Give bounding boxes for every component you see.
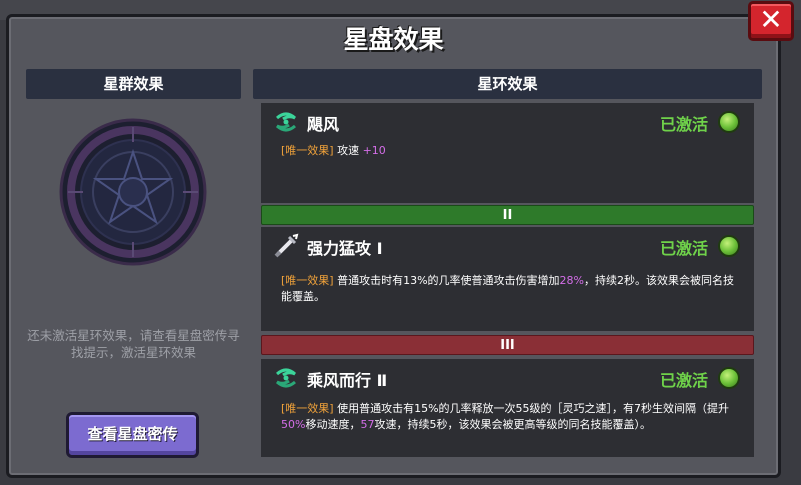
effect-text: 使用普通攻击有15%的几率释放一次55级的［灵巧之速］，有7秒生效间隔（提升 (333, 402, 730, 415)
effect-name: 强力猛攻 Ⅰ (307, 239, 383, 258)
constellation-effects-header: 星群效果 (26, 69, 241, 99)
unique-effect-tag: [唯一效果] (281, 402, 334, 415)
constellation-effects-body: 还未激活星环效果，请查看星盘密传寻找提示，激活星环效果 查看星盘密传 (26, 99, 241, 458)
sword-strike-icon (274, 233, 299, 258)
constellation-hint-text: 还未激活星环效果，请查看星盘密传寻找提示，激活星环效果 (27, 328, 240, 360)
effect-description: [唯一效果] 使用普通攻击有15%的几率释放一次55级的［灵巧之速］，有7秒生效… (281, 401, 734, 433)
wind-swirl-icon (276, 112, 296, 132)
effect-text: 攻速，持续5秒，该效果会被更高等级的同名技能覆盖）。 (374, 418, 651, 431)
unique-effect-tag: [唯一效果] (281, 144, 334, 157)
star-disc-icon (59, 118, 207, 266)
effect-name: 乘风而行 Ⅱ (307, 371, 388, 390)
effect-status: 已激活 (659, 371, 708, 390)
effect-status: 已激活 (659, 115, 708, 134)
close-icon: ✕ (759, 3, 783, 36)
ring-effects-panel: 星环效果 飓风 已激活 [唯一效果] 攻速 +10 II 强力猛攻 Ⅰ 已激活 … (253, 69, 762, 459)
effect-name-row: 飓风 已激活 (261, 103, 754, 139)
effect-text: 普通攻击时有13%的几率使普通攻击伤害增加 (333, 274, 560, 287)
dialog-title: 星盘效果 (343, 25, 444, 54)
constellation-effects-panel: 星群效果 还未激活星环效果，请查看星盘密传寻找提示，激活星环效果 查看星盘密传 (26, 69, 241, 458)
effect-name-row: 强力猛攻 Ⅰ 已激活 (261, 227, 754, 263)
effect-name: 飓风 (307, 115, 340, 134)
active-indicator-icon (718, 235, 740, 257)
active-indicator-icon (718, 111, 740, 133)
effect-value: 50% (281, 418, 306, 431)
close-button[interactable]: ✕ (748, 1, 794, 41)
effect-description: [唯一效果] 普通攻击时有13%的几率使普通攻击伤害增加28%，持续2秒。该效果… (281, 273, 734, 305)
effect-text: 攻速 (333, 144, 363, 157)
effect-name-row: 乘风而行 Ⅱ 已激活 (261, 359, 754, 395)
ring-effects-header: 星环效果 (253, 69, 762, 99)
active-indicator-icon (718, 367, 740, 389)
effect-description: [唯一效果] 攻速 +10 (281, 143, 734, 159)
ring-effect-item: 强力猛攻 Ⅰ 已激活 [唯一效果] 普通攻击时有13%的几率使普通攻击伤害增加2… (261, 227, 754, 331)
effect-value: 28% (559, 274, 584, 287)
wind-swirl-icon (276, 368, 296, 388)
effect-value: +10 (362, 144, 386, 157)
effect-value: 57 (360, 418, 375, 431)
effect-status: 已激活 (659, 239, 708, 258)
ring-effect-item: 乘风而行 Ⅱ 已激活 [唯一效果] 使用普通攻击有15%的几率释放一次55级的［… (261, 359, 754, 457)
unique-effect-tag: [唯一效果] (281, 274, 334, 287)
tier-divider-ii: II (261, 205, 754, 225)
ring-effect-item: 飓风 已激活 [唯一效果] 攻速 +10 (261, 103, 754, 203)
view-star-disc-secret-button[interactable]: 查看星盘密传 (66, 412, 199, 458)
tier-divider-iii: III (261, 335, 754, 355)
effect-text: 移动速度， (305, 418, 361, 431)
